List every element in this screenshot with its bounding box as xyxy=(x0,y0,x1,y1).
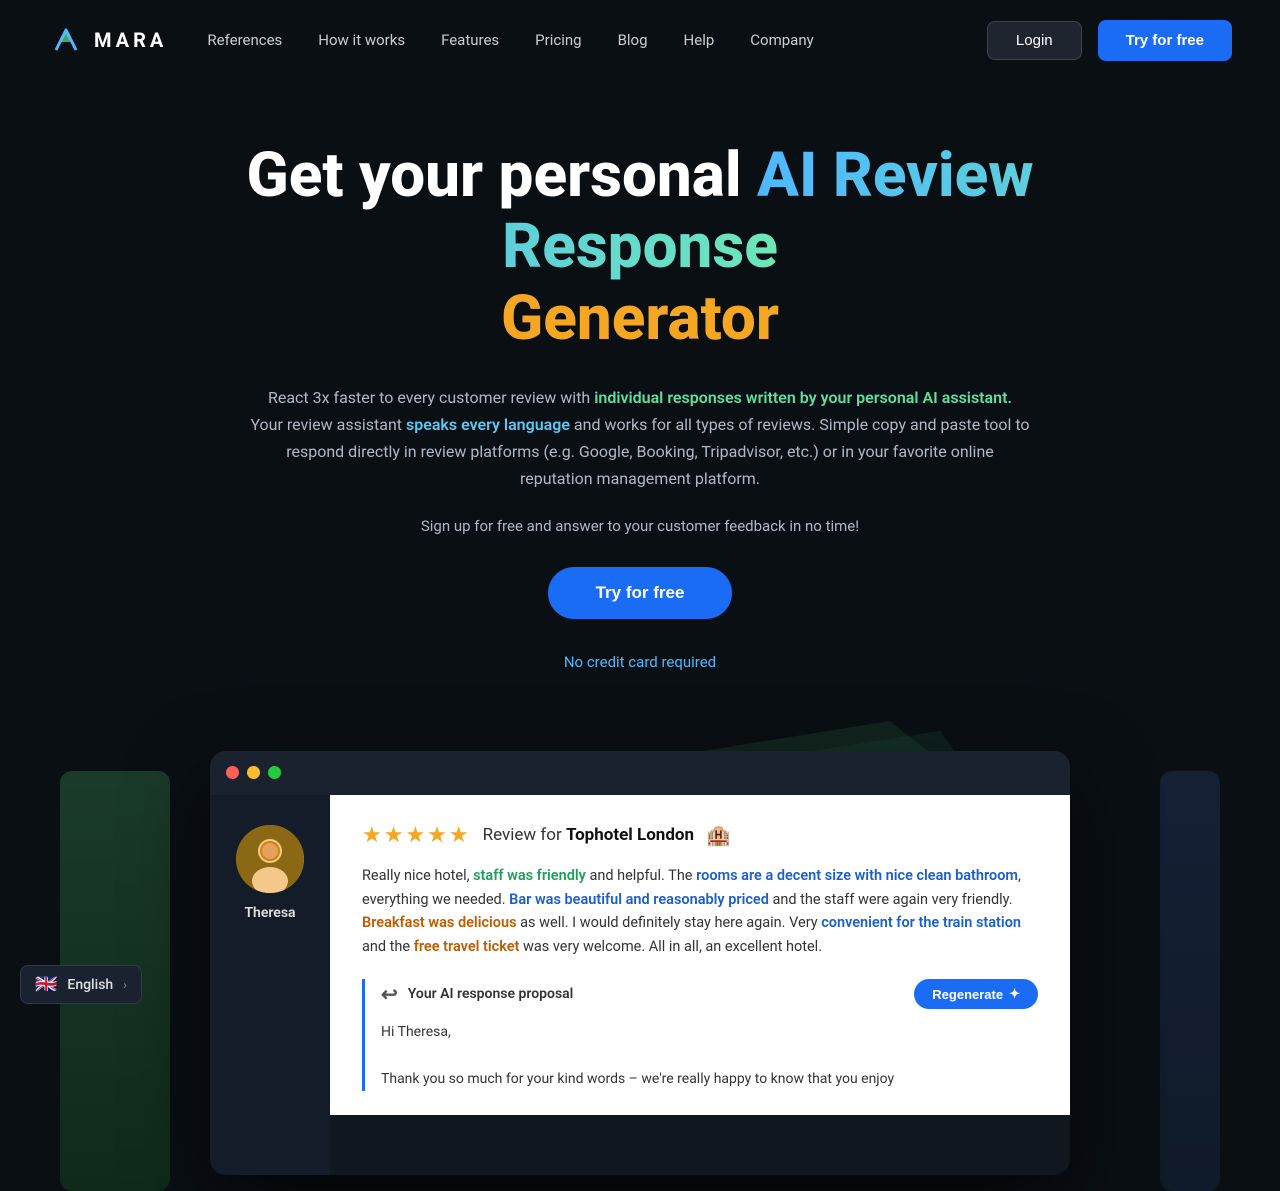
hotel-icon: 🏨 xyxy=(706,823,731,847)
nav-company[interactable]: Company xyxy=(750,31,813,49)
language-label: English xyxy=(67,977,113,993)
hero-title-orange: Generator xyxy=(501,282,779,355)
flag-icon: 🇬🇧 xyxy=(35,974,57,995)
nav-blog[interactable]: Blog xyxy=(618,31,648,49)
nav-links: References How it works Features Pricing… xyxy=(207,31,987,49)
hero-subtitle-hl1: individual responses written by your per… xyxy=(594,388,1012,407)
right-deco-card xyxy=(1160,771,1220,1191)
review-stars: ★★★★★ xyxy=(362,823,471,848)
avatar-svg xyxy=(236,825,304,893)
review-panel: ★★★★★ Review for Tophotel London 🏨 Reall… xyxy=(330,795,1070,1115)
chevron-icon: › xyxy=(123,978,127,992)
ai-response-section: ↩ Your AI response proposal Regenerate ✦… xyxy=(362,979,1038,1090)
hero-signup-text: Sign up for free and answer to your cust… xyxy=(120,517,1160,535)
no-credit-card-text: No credit card required xyxy=(564,653,716,671)
mock-window: Theresa ★★★★★ Review for Tophotel London… xyxy=(210,751,1070,1175)
nav-references[interactable]: References xyxy=(207,31,282,49)
nav-how-it-works[interactable]: How it works xyxy=(318,31,405,49)
hero-subtitle: React 3x faster to every customer review… xyxy=(250,384,1030,493)
nav-features[interactable]: Features xyxy=(441,31,499,49)
regenerate-icon: ✦ xyxy=(1009,986,1020,1002)
window-titlebar xyxy=(210,751,1070,795)
navbar: MARA References How it works Features Pr… xyxy=(0,0,1280,80)
review-body: Really nice hotel, staff was friendly an… xyxy=(362,864,1038,960)
window-dot-green xyxy=(268,766,281,779)
arrow-icon: ↩ xyxy=(381,982,398,1006)
avatar xyxy=(236,825,304,893)
hero-title-start: Get your personal xyxy=(246,139,757,212)
card-section: Theresa ★★★★★ Review for Tophotel London… xyxy=(0,751,1280,1175)
login-button[interactable]: Login xyxy=(987,21,1082,60)
avatar-name: Theresa xyxy=(244,905,295,921)
logo-text: MARA xyxy=(94,28,167,52)
window-content: Theresa ★★★★★ Review for Tophotel London… xyxy=(210,795,1070,1175)
ai-response-label: ↩ Your AI response proposal xyxy=(381,982,573,1006)
logo-icon xyxy=(48,22,84,58)
nav-actions: Login Try for free xyxy=(987,20,1232,61)
regenerate-button[interactable]: Regenerate ✦ xyxy=(914,979,1038,1009)
ai-response-text: Hi Theresa, Thank you so much for your k… xyxy=(381,1021,1038,1090)
avatar-column: Theresa xyxy=(210,795,330,1175)
logo[interactable]: MARA xyxy=(48,22,167,58)
nav-pricing[interactable]: Pricing xyxy=(535,31,581,49)
review-header: ★★★★★ Review for Tophotel London 🏨 xyxy=(362,823,1038,848)
hero-subtitle-part2: Your review assistant xyxy=(250,415,406,434)
review-for-text: Review for Tophotel London xyxy=(483,825,694,845)
hero-subtitle-hl2: speaks every language xyxy=(406,415,570,434)
try-hero-button[interactable]: Try for free xyxy=(548,567,733,619)
window-dot-red xyxy=(226,766,239,779)
try-nav-button[interactable]: Try for free xyxy=(1098,20,1232,61)
hero-title: Get your personal AI Review Response Gen… xyxy=(120,140,1160,354)
language-switcher[interactable]: 🇬🇧 English › xyxy=(20,965,142,1004)
ai-response-header: ↩ Your AI response proposal Regenerate ✦ xyxy=(381,979,1038,1009)
window-dot-yellow xyxy=(247,766,260,779)
nav-help[interactable]: Help xyxy=(684,31,715,49)
hero-subtitle-part1: React 3x faster to every customer review… xyxy=(268,388,594,407)
hotel-name: Tophotel London xyxy=(566,825,694,845)
hero-section: Get your personal AI Review Response Gen… xyxy=(0,80,1280,711)
